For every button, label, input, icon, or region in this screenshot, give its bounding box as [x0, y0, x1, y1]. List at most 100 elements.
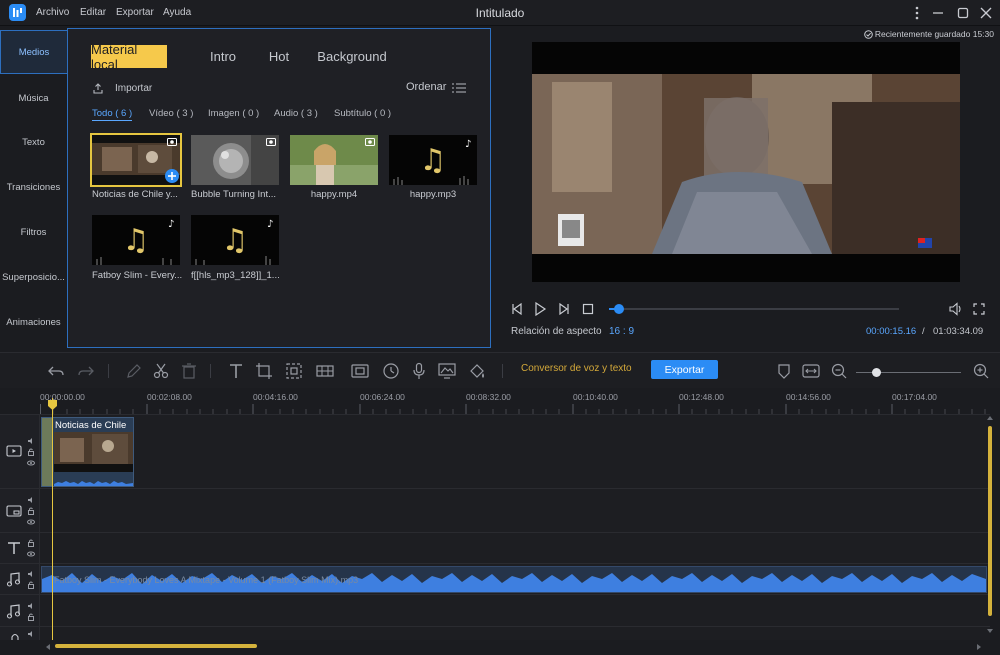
redo-icon[interactable]: [77, 362, 95, 380]
vertical-scrollbar[interactable]: [988, 426, 992, 616]
cut-icon[interactable]: [152, 362, 170, 380]
scroll-down-icon[interactable]: [986, 627, 994, 635]
video-clip[interactable]: Noticias de Chile: [41, 417, 134, 487]
add-to-timeline-icon[interactable]: [165, 169, 179, 183]
video-type-icon: [167, 138, 177, 146]
lock-icon: [28, 613, 34, 621]
zoom-in-icon[interactable]: [972, 362, 990, 380]
playhead-handle[interactable]: [48, 400, 57, 410]
stop-icon[interactable]: [580, 301, 596, 317]
fullscreen-icon[interactable]: [971, 301, 987, 317]
filter-todo[interactable]: Todo ( 6 ): [92, 108, 133, 121]
export-button[interactable]: Exportar: [651, 360, 718, 379]
menu-ayuda[interactable]: Ayuda: [163, 7, 191, 18]
video-track-icon: [6, 445, 22, 457]
more-options-icon[interactable]: [909, 5, 925, 21]
media-thumb-hls-mp3[interactable]: ♫ ♪: [191, 215, 279, 265]
menu-editar[interactable]: Editar: [80, 7, 106, 18]
overlay-track[interactable]: [0, 488, 990, 532]
audio-type-icon: ♪: [266, 218, 276, 228]
media-thumb-happy-mp3[interactable]: ♫ ♪: [389, 135, 477, 185]
delete-icon[interactable]: [180, 362, 198, 380]
media-thumb-bubble[interactable]: [191, 135, 279, 185]
zoom-out-icon[interactable]: [830, 362, 848, 380]
audio-clip[interactable]: Fatboy Slim - Everybody Loves A Mixtape …: [41, 566, 987, 593]
filter-audio[interactable]: Audio ( 3 ): [274, 108, 318, 119]
lock-icon: [28, 507, 34, 515]
lock-icon: [28, 581, 34, 589]
aspect-ratio-label: Relación de aspecto: [511, 326, 602, 337]
image-adjust-icon[interactable]: [438, 362, 456, 380]
sidebar-item-transiciones[interactable]: Transiciones: [0, 165, 67, 209]
menu-archivo[interactable]: Archivo: [36, 7, 69, 18]
playback-progress-bar[interactable]: [609, 304, 899, 314]
sort-icon[interactable]: [452, 82, 466, 94]
video-type-icon: [266, 138, 276, 146]
text-track[interactable]: [0, 532, 990, 563]
zoom-slider-handle[interactable]: [872, 368, 881, 377]
horizontal-scrollbar[interactable]: [55, 644, 257, 648]
maximize-icon[interactable]: [955, 5, 971, 21]
toolbar-divider: [502, 364, 503, 378]
overlay-track-header: [0, 489, 40, 532]
sidebar-item-animaciones[interactable]: Animaciones: [0, 300, 67, 344]
aspect-ratio-value[interactable]: 16 : 9: [609, 326, 634, 337]
tab-intro[interactable]: Intro: [200, 45, 246, 68]
music-track-1[interactable]: Fatboy Slim - Everybody Loves A Mixtape …: [0, 563, 990, 594]
toolbar-divider: [210, 364, 211, 378]
import-icon[interactable]: [92, 82, 104, 94]
sidebar-item-musica[interactable]: Música: [0, 76, 67, 120]
media-label: Bubble Turning Int...: [191, 189, 277, 200]
filter-imagen[interactable]: Imagen ( 0 ): [208, 108, 259, 119]
crop-icon[interactable]: [255, 362, 273, 380]
media-thumb-happy-mp4[interactable]: [290, 135, 378, 185]
playhead-line[interactable]: [52, 398, 53, 640]
volume-icon[interactable]: [947, 301, 963, 317]
sort-button[interactable]: Ordenar: [406, 81, 446, 93]
previous-frame-icon[interactable]: [509, 301, 525, 317]
filter-video[interactable]: Vídeo ( 3 ): [149, 108, 193, 119]
voice-text-converter-button[interactable]: Conversor de voz y texto: [521, 363, 632, 374]
close-icon[interactable]: [978, 5, 994, 21]
tab-material-local[interactable]: Material local: [91, 42, 167, 72]
video-preview[interactable]: [532, 42, 960, 282]
freeze-frame-icon[interactable]: [351, 362, 369, 380]
scroll-up-icon[interactable]: [986, 414, 994, 422]
ruler-label: 00:04:16.00: [253, 392, 298, 402]
tab-hot[interactable]: Hot: [260, 45, 298, 68]
progress-handle[interactable]: [613, 304, 624, 314]
timeline-ruler[interactable]: 00:00:00.00 00:02:08.00 00:04:16.00 00:0…: [0, 388, 1000, 414]
sidebar-item-medios[interactable]: Medios: [0, 30, 67, 74]
color-fill-icon[interactable]: [468, 362, 486, 380]
text-icon[interactable]: [227, 362, 245, 380]
sidebar-item-filtros[interactable]: Filtros: [0, 210, 67, 254]
microphone-icon[interactable]: [410, 362, 428, 380]
edit-icon[interactable]: [125, 362, 143, 380]
minimize-icon[interactable]: [930, 5, 946, 21]
mosaic-icon[interactable]: [316, 362, 334, 380]
filter-subtitulo[interactable]: Subtítulo ( 0 ): [334, 108, 391, 119]
ruler-label: 00:14:56.00: [786, 392, 831, 402]
marker-icon[interactable]: [775, 362, 793, 380]
menu-exportar[interactable]: Exportar: [116, 7, 154, 18]
import-button[interactable]: Importar: [115, 83, 152, 94]
video-track[interactable]: Noticias de Chile: [0, 414, 990, 488]
zoom-crop-icon[interactable]: [285, 362, 303, 380]
sidebar-item-texto[interactable]: Texto: [0, 120, 67, 164]
media-library-panel: Material local Intro Hot Background Impo…: [67, 28, 491, 348]
speed-icon[interactable]: [382, 362, 400, 380]
save-status: Recientemente guardado 15:30: [864, 29, 994, 39]
play-icon[interactable]: [532, 301, 548, 317]
eye-icon: [27, 551, 35, 557]
next-frame-icon[interactable]: [556, 301, 572, 317]
tab-background[interactable]: Background: [312, 45, 392, 68]
sidebar-item-superposiciones[interactable]: Superposicio...: [0, 255, 67, 299]
undo-icon[interactable]: [47, 362, 65, 380]
music-track-2[interactable]: [0, 594, 990, 626]
media-thumb-noticias[interactable]: [90, 133, 182, 187]
ruler-ticks: [40, 404, 986, 414]
fit-timeline-icon[interactable]: [802, 362, 820, 380]
video-clip-title: Noticias de Chile: [55, 420, 127, 431]
record-track[interactable]: [0, 626, 990, 640]
media-thumb-fatboy[interactable]: ♫ ♪: [92, 215, 180, 265]
